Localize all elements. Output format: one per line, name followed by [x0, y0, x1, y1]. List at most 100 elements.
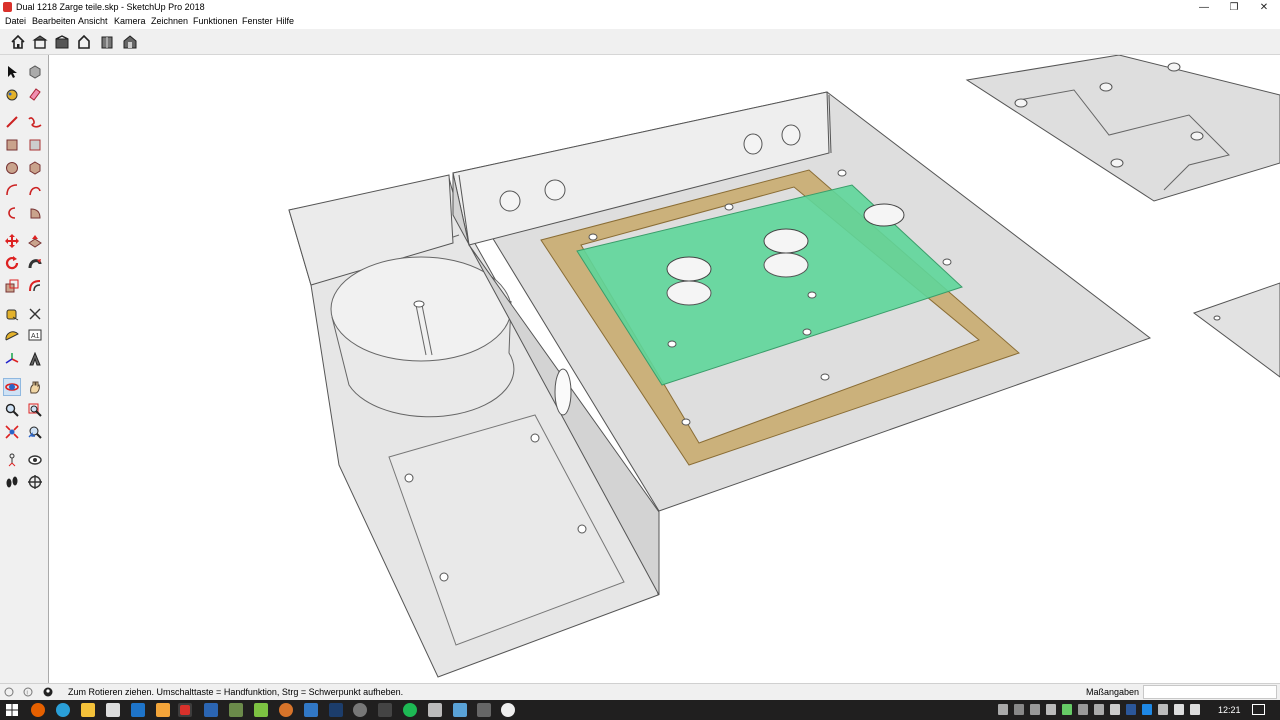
- push-pull-icon[interactable]: [26, 232, 44, 250]
- menu-bearbeiten[interactable]: Bearbeiten: [32, 16, 76, 26]
- left-view-icon[interactable]: [120, 32, 140, 51]
- credits-icon[interactable]: i: [23, 687, 33, 697]
- status-message: Zum Rotieren ziehen. Umschalttaste = Han…: [68, 687, 404, 697]
- maximize-icon[interactable]: ❐: [1218, 0, 1250, 14]
- app-icon-15[interactable]: [378, 703, 392, 717]
- app-icon-8[interactable]: [204, 703, 218, 717]
- arc-icon[interactable]: [3, 181, 21, 199]
- rotated-rectangle-icon[interactable]: [26, 136, 44, 154]
- freehand-icon[interactable]: [26, 113, 44, 131]
- explorer-icon[interactable]: [81, 703, 95, 717]
- menu-zeichnen[interactable]: Zeichnen: [151, 16, 188, 26]
- scale-icon[interactable]: [3, 277, 21, 295]
- top-view-icon[interactable]: [30, 32, 50, 51]
- store-icon[interactable]: [106, 703, 120, 717]
- mail-icon[interactable]: [131, 703, 145, 717]
- title-bar: Dual 1218 Zarge teile.skp - SketchUp Pro…: [0, 0, 1280, 14]
- app-icon-12[interactable]: [304, 703, 318, 717]
- pan-icon[interactable]: [26, 378, 44, 396]
- paint-bucket-icon[interactable]: [3, 85, 21, 103]
- zoom-window-icon[interactable]: [26, 401, 44, 419]
- orbit-icon[interactable]: [3, 378, 21, 396]
- window-title: Dual 1218 Zarge teile.skp - SketchUp Pro…: [16, 2, 205, 12]
- app-icon-11[interactable]: [279, 703, 293, 717]
- tray-icon-7[interactable]: [1094, 704, 1104, 715]
- app-icon-14[interactable]: [353, 703, 367, 717]
- menu-datei[interactable]: Datei: [5, 16, 26, 26]
- word-tray-icon[interactable]: [1126, 704, 1136, 715]
- menu-funktionen[interactable]: Funktionen: [193, 16, 238, 26]
- line-icon[interactable]: [3, 113, 21, 131]
- walk-icon[interactable]: [3, 473, 21, 491]
- 3d-text-icon[interactable]: [26, 350, 44, 368]
- app-icon-17[interactable]: [428, 703, 442, 717]
- back-view-icon[interactable]: [97, 32, 117, 51]
- app-icon-18[interactable]: [453, 703, 467, 717]
- follow-me-icon[interactable]: [26, 254, 44, 272]
- tray-icon-6[interactable]: [1078, 704, 1088, 715]
- menu-hilfe[interactable]: Hilfe: [276, 16, 294, 26]
- tray-icon-10[interactable]: [1142, 704, 1152, 715]
- app-icon-9[interactable]: [229, 703, 243, 717]
- spotify-icon[interactable]: [403, 703, 417, 717]
- firefox-icon[interactable]: [31, 703, 45, 717]
- notification-center-icon[interactable]: [1252, 704, 1265, 715]
- previous-view-icon[interactable]: [26, 423, 44, 441]
- polygon-icon[interactable]: [26, 159, 44, 177]
- edge-icon[interactable]: [56, 703, 70, 717]
- zoom-icon[interactable]: [3, 401, 21, 419]
- menu-ansicht[interactable]: Ansicht: [78, 16, 108, 26]
- tray-icon-1[interactable]: [998, 704, 1008, 715]
- tray-icon-8[interactable]: [1110, 704, 1120, 715]
- position-camera-icon[interactable]: [3, 451, 21, 469]
- two-point-arc-icon[interactable]: [26, 181, 44, 199]
- tray-icon-3[interactable]: [1030, 704, 1040, 715]
- nvidia-tray-icon[interactable]: [1062, 704, 1072, 715]
- right-view-icon[interactable]: [74, 32, 94, 51]
- sketchup-app-icon: [3, 2, 12, 12]
- rectangle-icon[interactable]: [3, 136, 21, 154]
- vlc-icon[interactable]: [156, 703, 170, 717]
- move-icon[interactable]: [3, 232, 21, 250]
- menu-fenster[interactable]: Fenster: [242, 16, 273, 26]
- dimension-icon[interactable]: [26, 305, 44, 323]
- measurements-input[interactable]: [1143, 685, 1277, 699]
- pie-icon[interactable]: [26, 204, 44, 222]
- eraser-icon[interactable]: [26, 85, 44, 103]
- app-icon-20[interactable]: [501, 703, 515, 717]
- three-point-arc-icon[interactable]: [3, 204, 21, 222]
- front-view-icon[interactable]: [52, 32, 72, 51]
- component-icon[interactable]: [26, 63, 44, 81]
- zoom-extents-icon[interactable]: [3, 423, 21, 441]
- menu-kamera[interactable]: Kamera: [114, 16, 146, 26]
- app-icon-13[interactable]: [329, 703, 343, 717]
- tray-icon-2[interactable]: [1014, 704, 1024, 715]
- iso-view-icon[interactable]: [8, 32, 28, 51]
- top-right-plate: [965, 55, 1280, 202]
- select-icon[interactable]: [3, 63, 21, 81]
- volume-icon[interactable]: [1174, 704, 1184, 715]
- network-icon[interactable]: [1190, 704, 1200, 715]
- app-icon-19[interactable]: [477, 703, 491, 717]
- user-account-icon[interactable]: [43, 687, 53, 697]
- tray-icon-4[interactable]: [1046, 704, 1056, 715]
- svg-text:i: i: [27, 691, 28, 697]
- geo-location-icon[interactable]: [4, 687, 14, 697]
- clock[interactable]: 12:21: [1218, 705, 1241, 715]
- close-icon[interactable]: ✕: [1248, 0, 1280, 14]
- axes-icon[interactable]: [3, 350, 21, 368]
- circle-icon[interactable]: [3, 159, 21, 177]
- sketchup-taskbar-icon[interactable]: [178, 703, 192, 717]
- tray-icon-11[interactable]: [1158, 704, 1168, 715]
- minimize-icon[interactable]: —: [1188, 0, 1220, 14]
- app-icon-10[interactable]: [254, 703, 268, 717]
- section-plane-icon[interactable]: [26, 473, 44, 491]
- tape-measure-icon[interactable]: [3, 305, 21, 323]
- model-viewport[interactable]: [49, 55, 1280, 683]
- protractor-icon[interactable]: [3, 327, 21, 345]
- look-around-icon[interactable]: [26, 451, 44, 469]
- rotate-icon[interactable]: [3, 254, 21, 272]
- offset-icon[interactable]: [26, 277, 44, 295]
- windows-start-icon[interactable]: [5, 703, 19, 717]
- text-icon[interactable]: A1: [26, 327, 44, 345]
